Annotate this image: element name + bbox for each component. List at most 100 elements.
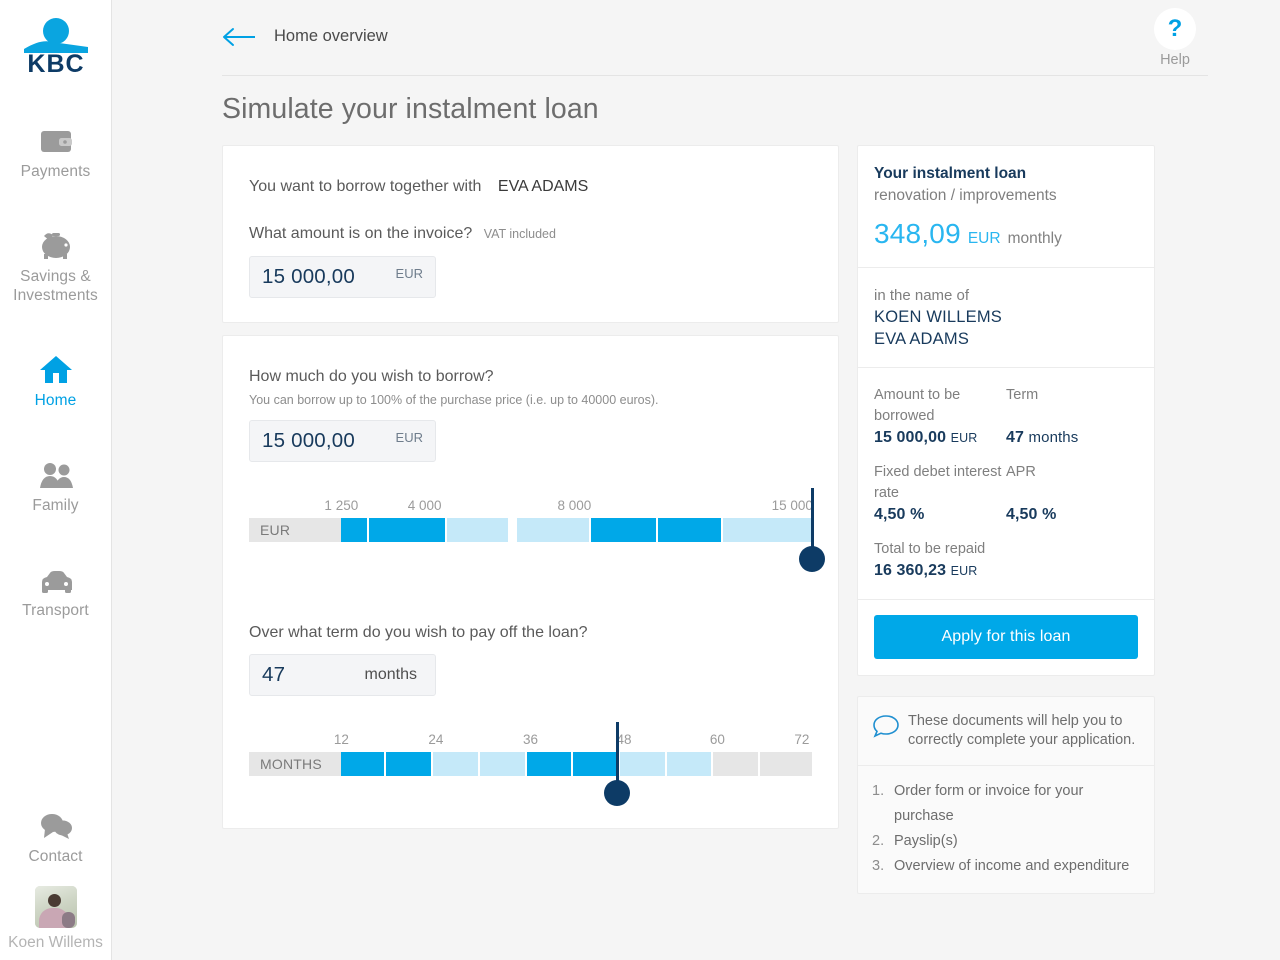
document-item-number: 1. bbox=[872, 783, 885, 799]
sidebar-item-label: Transport bbox=[22, 602, 89, 619]
borrow-amount-input[interactable]: 15 000,00 EUR bbox=[249, 420, 436, 462]
sliders-card: How much do you wish to borrow? You can … bbox=[222, 335, 839, 829]
summary-details: Amount to be borrowed Term 15 000,00 EUR… bbox=[858, 368, 1154, 600]
term-input[interactable]: 47 months bbox=[249, 654, 436, 696]
topbar-divider bbox=[222, 75, 1208, 76]
sidebar-item-savings-investments[interactable]: Savings & Investments bbox=[0, 215, 111, 317]
family-icon bbox=[38, 455, 74, 489]
fixed-rate-label: Fixed debet interest rate bbox=[874, 464, 1002, 501]
summary-header: Your instalment loan renovation / improv… bbox=[858, 146, 1154, 268]
holder-name-1: KOEN WILLEMS bbox=[874, 308, 1003, 326]
sidebar-item-contact[interactable]: Contact bbox=[0, 795, 111, 878]
monthly-currency: EUR bbox=[967, 230, 1001, 247]
borrow-amount-value: 15 000,00 bbox=[262, 429, 355, 452]
document-item-number: 2. bbox=[872, 833, 885, 849]
slider-tick: 48 bbox=[616, 732, 632, 747]
fixed-rate-value: 4,50 % bbox=[874, 506, 925, 523]
topbar: Home overview ? Help bbox=[112, 0, 1280, 76]
slider-tick: 8 000 bbox=[557, 498, 592, 513]
sidebar-item-label: Savings & Investments bbox=[13, 268, 98, 304]
monthly-period: monthly bbox=[1007, 230, 1062, 247]
right-column: Your instalment loan renovation / improv… bbox=[857, 145, 1155, 894]
kbc-logo[interactable]: KBC bbox=[17, 14, 95, 76]
kbc-logo-icon: KBC bbox=[23, 18, 88, 75]
amount-borrowed-value: 15 000,00 bbox=[874, 429, 947, 446]
sidebar-bottom: Contact Koen Willems bbox=[0, 795, 111, 952]
thumb-knob[interactable] bbox=[604, 780, 631, 806]
documents-intro: These documents will help you to correct… bbox=[908, 713, 1136, 748]
slider-tick: 60 bbox=[709, 732, 725, 747]
thumb-stem bbox=[810, 488, 814, 550]
wallet-icon bbox=[39, 121, 73, 155]
speech-bubble-icon bbox=[872, 712, 908, 750]
apply-for-loan-button[interactable]: Apply for this loan bbox=[874, 615, 1138, 659]
slider-tick: 1 250 bbox=[324, 498, 359, 513]
summary-title: Your instalment loan bbox=[874, 165, 1027, 182]
in-name-of-label: in the name of bbox=[874, 287, 970, 304]
total-unit: EUR bbox=[950, 564, 978, 578]
document-item-text: Payslip(s) bbox=[894, 833, 958, 849]
breadcrumb[interactable]: Home overview bbox=[274, 25, 388, 47]
help-label: Help bbox=[1160, 52, 1190, 68]
help-button[interactable]: ? Help bbox=[1142, 8, 1208, 68]
slider-tick: 24 bbox=[428, 732, 444, 747]
documents-card: These documents will help you to correct… bbox=[857, 696, 1155, 894]
borrow-amount-currency: EUR bbox=[395, 430, 423, 445]
amount-borrowed-unit: EUR bbox=[950, 431, 978, 445]
thumb-knob[interactable] bbox=[799, 546, 825, 572]
left-column: You want to borrow together with EVA ADA… bbox=[222, 145, 839, 829]
content-area: You want to borrow together with EVA ADA… bbox=[222, 145, 1280, 894]
borrow-with-label: You want to borrow together with bbox=[249, 178, 482, 195]
document-item-number: 3. bbox=[872, 858, 885, 874]
summary-subtitle: renovation / improvements bbox=[874, 187, 1057, 204]
sidebar-item-payments[interactable]: Payments bbox=[0, 110, 111, 193]
piggy-bank-icon bbox=[39, 226, 73, 260]
invoice-amount-input[interactable]: 15 000,00 EUR bbox=[249, 256, 436, 298]
borrow-amount-hint: You can borrow up to 100% of the purchas… bbox=[249, 393, 659, 407]
borrow-amount-label: How much do you wish to borrow? bbox=[249, 368, 494, 385]
sidebar-item-family[interactable]: Family bbox=[0, 444, 111, 527]
apply-section: Apply for this loan bbox=[858, 600, 1154, 675]
car-icon bbox=[38, 560, 74, 594]
document-list-item: 2. Payslip(s) bbox=[872, 829, 1138, 854]
detail-row-amount-term: Amount to be borrowed Term 15 000,00 EUR… bbox=[874, 385, 1138, 449]
sidebar-item-label: Home bbox=[34, 392, 77, 409]
house-icon bbox=[39, 350, 73, 384]
holder-name-2: EVA ADAMS bbox=[874, 330, 970, 348]
page-title: Simulate your instalment loan bbox=[222, 93, 599, 125]
amount-borrowed-label: Amount to be borrowed bbox=[874, 387, 961, 424]
term-label: Over what term do you wish to pay off th… bbox=[249, 624, 588, 641]
term-detail-value: 47 bbox=[1006, 429, 1024, 446]
document-item-text: Order form or invoice for your purchase bbox=[894, 783, 1084, 824]
invoice-amount-currency: EUR bbox=[395, 266, 423, 281]
invoice-question-text: What amount is on the invoice? bbox=[249, 225, 473, 242]
detail-row-total: Total to be repaid 16 360,23 EUR bbox=[874, 539, 1138, 582]
term-track[interactable]: MONTHS bbox=[249, 752, 812, 776]
monthly-amount: 348,09 bbox=[874, 218, 961, 249]
borrow-amount-track[interactable]: EUR bbox=[249, 518, 812, 542]
apr-value: 4,50 % bbox=[1006, 506, 1057, 523]
sidebar-item-label: Payments bbox=[20, 163, 91, 180]
invoice-question: What amount is on the invoice? VAT inclu… bbox=[249, 223, 812, 245]
documents-list: 1. Order form or invoice for your purchas… bbox=[858, 766, 1154, 893]
sidebar-item-transport[interactable]: Transport bbox=[0, 549, 111, 632]
slider-tick: 12 bbox=[333, 732, 349, 747]
term-unit: months bbox=[364, 666, 417, 683]
document-list-item: 3. Overview of income and expenditure bbox=[872, 854, 1138, 879]
sidebar-item-label: Family bbox=[32, 497, 79, 514]
question-mark-icon: ? bbox=[1154, 8, 1196, 50]
chat-bubbles-icon bbox=[39, 806, 73, 840]
borrow-amount-slider[interactable]: 1 250 4 000 8 000 15 000 EUR bbox=[249, 488, 825, 572]
avatar[interactable] bbox=[34, 886, 77, 928]
total-label: Total to be repaid bbox=[874, 541, 986, 557]
invoice-question-note: VAT included bbox=[483, 227, 556, 241]
back-arrow-icon[interactable] bbox=[222, 27, 256, 52]
sidebar-item-home[interactable]: Home bbox=[0, 339, 111, 422]
term-detail-unit: months bbox=[1028, 429, 1079, 446]
app-root: KBC Payments Savings & Investments Home … bbox=[0, 0, 1280, 960]
sidebar: KBC Payments Savings & Investments Home … bbox=[0, 0, 112, 960]
slider-tick: 36 bbox=[522, 732, 539, 747]
document-list-item: 1. Order form or invoice for your purchas… bbox=[872, 779, 1138, 829]
invoice-card: You want to borrow together with EVA ADA… bbox=[222, 145, 839, 323]
term-slider[interactable]: 12 24 36 48 60 72 MONTHS bbox=[249, 722, 812, 806]
